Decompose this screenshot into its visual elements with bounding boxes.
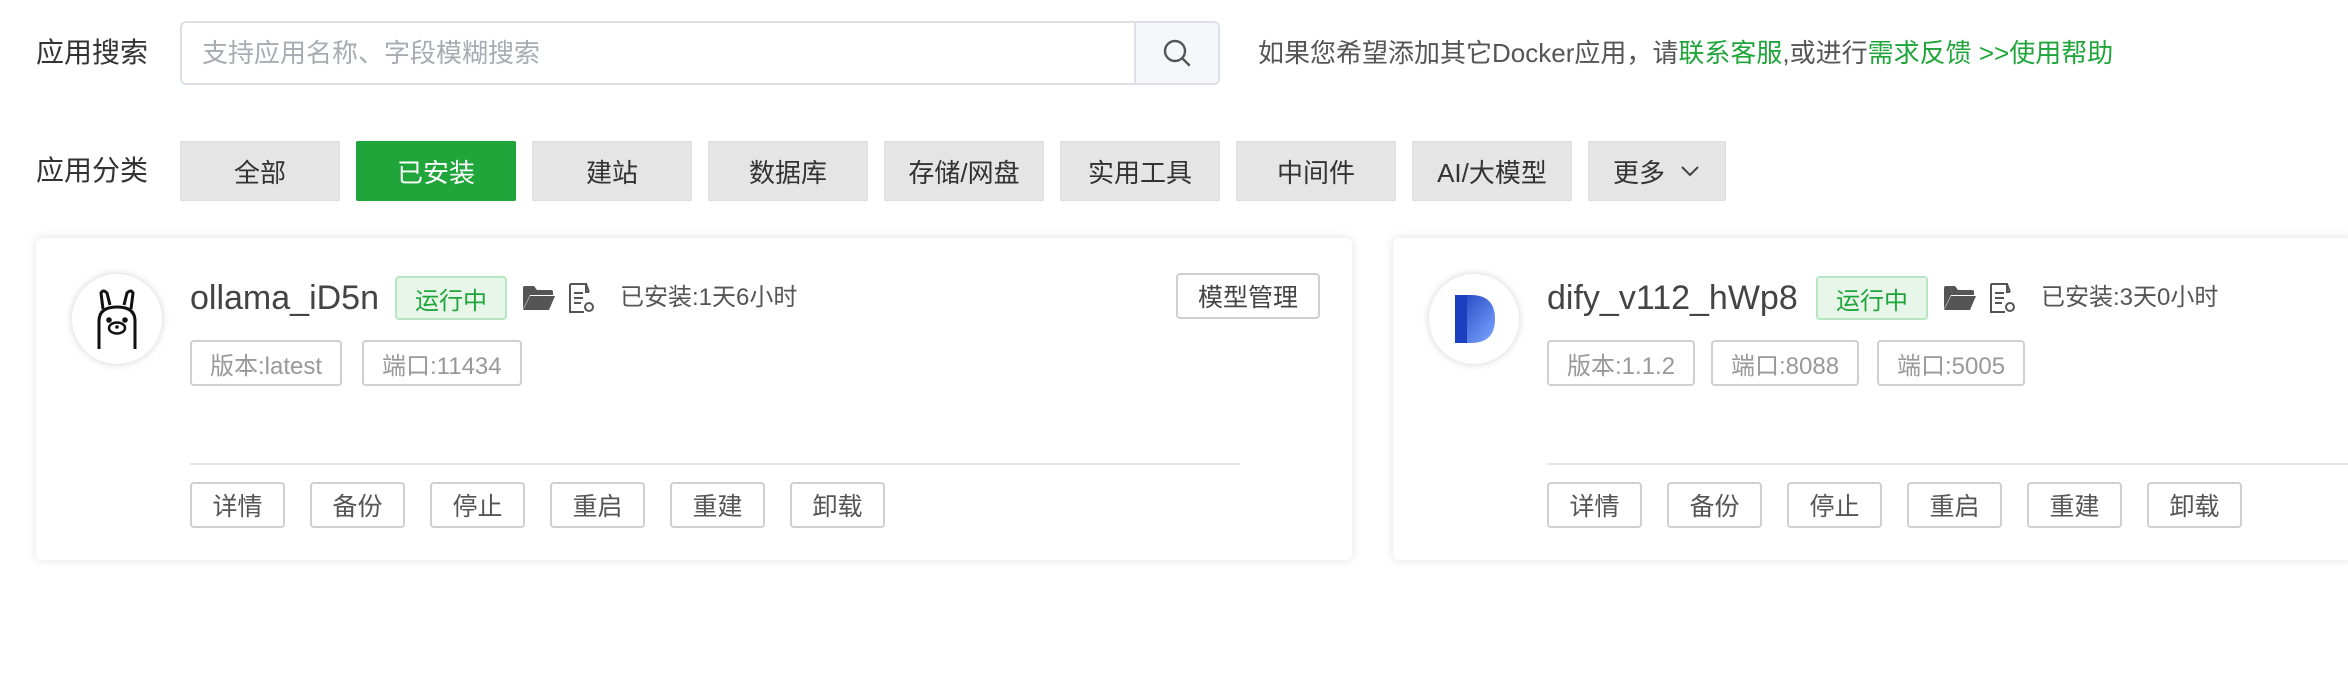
port-tag: 端口:11434: [362, 340, 522, 386]
usage-help-link[interactable]: >>使用帮助: [1972, 38, 2113, 68]
version-tag: 版本:latest: [190, 340, 343, 386]
app-logo: [72, 274, 162, 364]
category-storage[interactable]: 存储/网盘: [884, 141, 1044, 201]
status-badge: 运行中: [1816, 276, 1928, 320]
search-input[interactable]: [182, 23, 1137, 83]
details-button[interactable]: 详情: [190, 482, 285, 528]
card-divider: [1547, 463, 2348, 465]
folder-icon[interactable]: [1943, 281, 1977, 315]
help-prefix: 如果您希望添加其它Docker应用，请: [1258, 38, 1679, 68]
search-icon: [1163, 39, 1191, 67]
rebuild-button[interactable]: 重建: [670, 482, 765, 528]
category-installed[interactable]: 已安装: [356, 141, 516, 201]
category-ai[interactable]: AI/大模型: [1412, 141, 1572, 201]
model-management-button[interactable]: 模型管理: [1176, 273, 1321, 319]
category-website[interactable]: 建站: [532, 141, 692, 201]
app-name: ollama_iD5n: [190, 279, 379, 317]
app-card-ollama: ollama_iD5n 运行中 已安装:1天6小时 模型管理 版本:latest…: [36, 238, 1352, 560]
installed-duration: 已安装:1天6小时: [620, 284, 798, 311]
restart-button[interactable]: 重启: [1907, 482, 2002, 528]
search-box: [180, 21, 1220, 85]
folder-icon[interactable]: [522, 281, 556, 315]
category-more-label: 更多: [1612, 157, 1665, 188]
chevron-down-icon: [1681, 166, 1699, 177]
app-name: dify_v112_hWp8: [1547, 279, 1798, 317]
card-divider: [190, 463, 1240, 465]
installed-duration: 已安装:3天0小时: [2041, 284, 2219, 311]
dify-icon: [1455, 295, 1495, 343]
status-badge: 运行中: [395, 276, 507, 320]
app-logo: [1429, 274, 1519, 364]
search-button[interactable]: [1134, 23, 1218, 83]
llama-icon: [97, 289, 137, 349]
category-label: 应用分类: [36, 155, 149, 186]
feedback-link[interactable]: 需求反馈: [1868, 38, 1972, 68]
category-tools[interactable]: 实用工具: [1060, 141, 1220, 201]
contact-support-link[interactable]: 联系客服: [1678, 38, 1782, 68]
port-tag: 端口:5005: [1877, 340, 2026, 386]
stop-button[interactable]: 停止: [1787, 482, 1882, 528]
backup-button[interactable]: 备份: [310, 482, 405, 528]
app-card-dify: dify_v112_hWp8 运行中 已安装:3天0小时 版本:1.1.2 端口…: [1393, 238, 2348, 560]
search-label: 应用搜索: [36, 37, 149, 68]
log-file-icon[interactable]: [1985, 281, 2019, 315]
help-text: 如果您希望添加其它Docker应用，请联系客服,或进行需求反馈 >>使用帮助: [1258, 33, 2113, 73]
help-middle: ,或进行: [1782, 38, 1868, 68]
backup-button[interactable]: 备份: [1667, 482, 1762, 528]
category-all[interactable]: 全部: [180, 141, 340, 201]
uninstall-button[interactable]: 卸载: [790, 482, 885, 528]
category-middleware[interactable]: 中间件: [1236, 141, 1396, 201]
restart-button[interactable]: 重启: [550, 482, 645, 528]
category-more[interactable]: 更多: [1588, 141, 1726, 201]
uninstall-button[interactable]: 卸载: [2147, 482, 2242, 528]
details-button[interactable]: 详情: [1547, 482, 1642, 528]
log-file-icon[interactable]: [564, 281, 598, 315]
rebuild-button[interactable]: 重建: [2027, 482, 2122, 528]
category-database[interactable]: 数据库: [708, 141, 868, 201]
stop-button[interactable]: 停止: [430, 482, 525, 528]
port-tag: 端口:8088: [1711, 340, 1860, 386]
version-tag: 版本:1.1.2: [1547, 340, 1696, 386]
